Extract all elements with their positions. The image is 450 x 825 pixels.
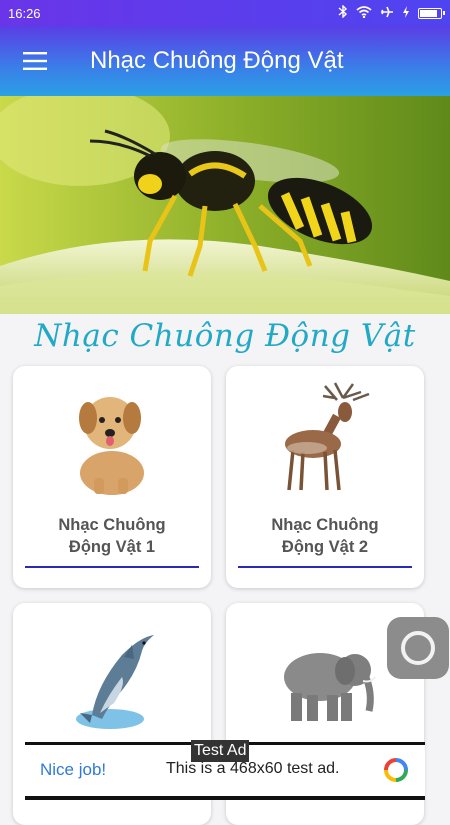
ad-nice-job[interactable]: Nice job!	[40, 760, 106, 780]
hero-banner	[0, 96, 450, 314]
wifi-icon	[356, 5, 372, 21]
ad-tag: Test Ad	[191, 740, 250, 762]
card-underline	[238, 566, 412, 568]
ringtone-card-2[interactable]: Nhạc Chuông Động Vật 2	[226, 366, 424, 588]
status-time: 16:26	[8, 5, 41, 21]
hamburger-menu-icon[interactable]	[0, 26, 70, 96]
ad-bottom-border	[25, 796, 425, 800]
bluetooth-icon	[338, 4, 348, 21]
app-title: Nhạc Chuông Động Vật	[90, 47, 344, 74]
card-title-line2: Động Vật 2	[281, 538, 369, 556]
deer-icon	[226, 378, 424, 498]
dolphin-icon	[13, 615, 211, 735]
card-title-line1: Nhạc Chuông	[58, 516, 166, 534]
battery-icon	[418, 7, 445, 19]
airplane-icon	[380, 6, 394, 21]
card-title-line1: Nhạc Chuông	[271, 516, 379, 534]
section-title: Nhạc Chuông Động Vật	[34, 318, 416, 354]
wasp-photo	[0, 96, 450, 314]
dog-icon	[13, 378, 211, 498]
ringtone-card-1[interactable]: Nhạc Chuông Động Vật 1	[13, 366, 211, 588]
card-title: Nhạc Chuông Động Vật 2	[226, 514, 424, 558]
ad-text[interactable]: This is a 468x60 test ad.	[166, 760, 339, 778]
status-icons	[338, 4, 445, 21]
status-bar: 16:26	[0, 0, 450, 26]
assistive-ring	[401, 631, 435, 665]
card-title: Nhạc Chuông Động Vật 1	[13, 514, 211, 558]
card-underline	[25, 566, 199, 568]
assistive-touch-icon[interactable]	[387, 617, 449, 679]
adchoices-logo-icon[interactable]	[383, 757, 409, 783]
charging-icon	[402, 5, 410, 21]
app-bar: Nhạc Chuông Động Vật	[0, 26, 450, 96]
card-title-line2: Động Vật 1	[68, 538, 156, 556]
